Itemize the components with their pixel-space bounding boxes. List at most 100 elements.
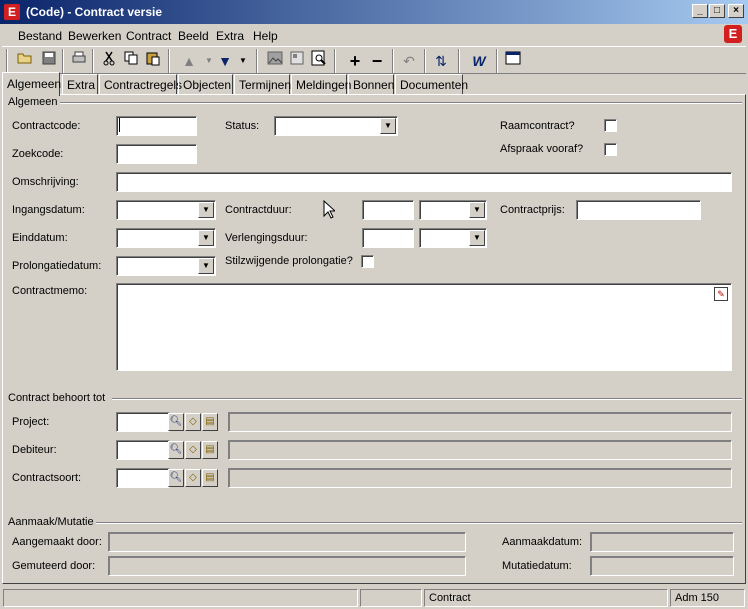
project-input[interactable] <box>116 412 170 432</box>
verlengingsduur-unit-select[interactable]: ▼ <box>419 228 487 248</box>
edit-memo-icon[interactable]: ✎ <box>714 287 728 301</box>
close-button[interactable]: × <box>728 4 744 18</box>
stilzwijgende-prolongatie-checkbox[interactable] <box>361 255 374 268</box>
status-label: Status: <box>225 120 260 132</box>
save-icon[interactable] <box>38 50 60 72</box>
search-icon[interactable]: 🔍︎ <box>168 469 184 487</box>
contractduur-unit-select[interactable]: ▼ <box>419 200 487 220</box>
contractduur-label: Contractduur: <box>225 204 292 216</box>
tab-meldingen[interactable]: Meldingen <box>291 74 351 94</box>
menu-beeld[interactable]: Beeld <box>178 29 209 43</box>
project-description <box>228 412 732 432</box>
debiteur-input[interactable] <box>116 440 170 460</box>
chevron-down-icon[interactable]: ▼ <box>469 230 485 246</box>
plus-icon[interactable]: + <box>344 50 366 72</box>
group-divider <box>96 522 742 524</box>
contractsoort-input[interactable] <box>116 468 170 488</box>
search-icon[interactable]: 🔍︎ <box>168 441 184 459</box>
zoekcode-input[interactable] <box>116 144 197 164</box>
prolongatiedatum-label: Prolongatiedatum: <box>12 260 102 272</box>
status-select[interactable]: ▼ <box>274 116 398 136</box>
record-icon[interactable] <box>286 50 308 72</box>
status-panel-2 <box>360 589 422 607</box>
open-folder-icon[interactable]: ▤ <box>202 441 218 459</box>
verlengingsduur-input[interactable] <box>362 228 414 248</box>
tab-extra[interactable]: Extra <box>62 74 98 94</box>
text-caret <box>119 118 120 132</box>
contractsoort-description <box>228 468 732 488</box>
verlengingsduur-label: Verlengingsduur: <box>225 232 308 244</box>
menu-extra[interactable]: Extra <box>216 29 244 43</box>
toolbar-separator <box>92 49 94 73</box>
contractduur-input[interactable] <box>362 200 414 220</box>
chevron-down-icon[interactable]: ▼ <box>198 202 214 218</box>
print-icon[interactable] <box>68 50 90 72</box>
open-folder-icon[interactable]: ▤ <box>202 413 218 431</box>
chevron-down-icon[interactable]: ▼ <box>232 50 254 72</box>
group-divider <box>60 102 742 104</box>
paste-icon[interactable] <box>142 50 164 72</box>
maximize-button[interactable]: □ <box>709 4 725 18</box>
arrow-up-icon[interactable]: ▲ <box>178 50 200 72</box>
toolbar-separator <box>458 49 460 73</box>
contractmemo-textarea[interactable]: ✎ <box>116 283 732 371</box>
mutatiedatum-field <box>590 556 734 576</box>
window-title: (Code) - Contract versie <box>26 5 163 19</box>
clear-icon[interactable]: ◇ <box>185 469 201 487</box>
copy-icon[interactable] <box>120 50 142 72</box>
menu-bestand[interactable]: Bestand <box>18 29 62 43</box>
status-panel-context: Contract <box>424 589 668 607</box>
tab-contractregels[interactable]: Contractregels <box>99 74 182 94</box>
open-folder-icon[interactable] <box>14 50 36 72</box>
mutatiedatum-label: Mutatiedatum: <box>502 560 572 572</box>
word-icon[interactable]: W <box>468 50 490 72</box>
contractcode-label: Contractcode: <box>12 120 81 132</box>
title-bar: E (Code) - Contract versie _ □ × <box>0 0 748 24</box>
chevron-down-icon[interactable]: ▼ <box>469 202 485 218</box>
toolbar-separator <box>168 49 170 73</box>
prolongatiedatum-select[interactable]: ▼ <box>116 256 216 276</box>
debiteur-description <box>228 440 732 460</box>
clear-icon[interactable]: ◇ <box>185 413 201 431</box>
afspraak-vooraf-checkbox[interactable] <box>604 143 617 156</box>
menu-bewerken[interactable]: Bewerken <box>68 29 121 43</box>
chevron-down-icon[interactable]: ▼ <box>198 230 214 246</box>
tab-algemeen[interactable]: Algemeen <box>2 72 61 96</box>
image-icon[interactable] <box>264 50 286 72</box>
raamcontract-checkbox[interactable] <box>604 119 617 132</box>
ingangsdatum-label: Ingangsdatum: <box>12 204 85 216</box>
einddatum-select[interactable]: ▼ <box>116 228 216 248</box>
aangemaakt-door-label: Aangemaakt door: <box>12 536 102 548</box>
aanmaakdatum-label: Aanmaakdatum: <box>502 536 583 548</box>
project-label: Project: <box>12 416 50 428</box>
menu-help[interactable]: Help <box>253 29 278 43</box>
contractcode-input[interactable] <box>116 116 197 136</box>
toolbar-separator <box>256 49 258 73</box>
zoom-icon[interactable] <box>308 50 330 72</box>
status-panel-1 <box>3 589 358 607</box>
search-icon[interactable]: 🔍︎ <box>168 413 184 431</box>
menu-contract[interactable]: Contract <box>126 29 171 43</box>
omschrijving-input[interactable] <box>116 172 732 192</box>
toolbar-separator <box>334 49 336 73</box>
ingangsdatum-select[interactable]: ▼ <box>116 200 216 220</box>
chevron-down-icon[interactable]: ▼ <box>380 118 396 134</box>
window-icon[interactable] <box>502 50 524 72</box>
undo-icon[interactable]: ↶ <box>398 50 420 72</box>
minimize-button[interactable]: _ <box>692 4 708 18</box>
refresh-icon[interactable]: ⇅ <box>430 50 452 72</box>
tab-objecten[interactable]: Objecten <box>178 74 233 94</box>
cut-icon[interactable] <box>98 50 120 72</box>
toolbar-separator <box>392 49 394 73</box>
group-heading-contract-behoort-tot: Contract behoort tot <box>8 392 106 404</box>
minus-icon[interactable]: − <box>366 50 388 72</box>
chevron-down-icon[interactable]: ▼ <box>198 258 214 274</box>
clear-icon[interactable]: ◇ <box>185 441 201 459</box>
contractprijs-input[interactable] <box>576 200 701 220</box>
app-logo-icon: E <box>4 4 20 20</box>
open-folder-icon[interactable]: ▤ <box>202 469 218 487</box>
tab-bonnen[interactable]: Bonnen <box>348 74 394 94</box>
tab-documenten[interactable]: Documenten <box>395 74 468 94</box>
group-heading-aanmaak-mutatie: Aanmaak/Mutatie <box>8 516 94 528</box>
tab-termijnen[interactable]: Termijnen <box>234 74 291 94</box>
